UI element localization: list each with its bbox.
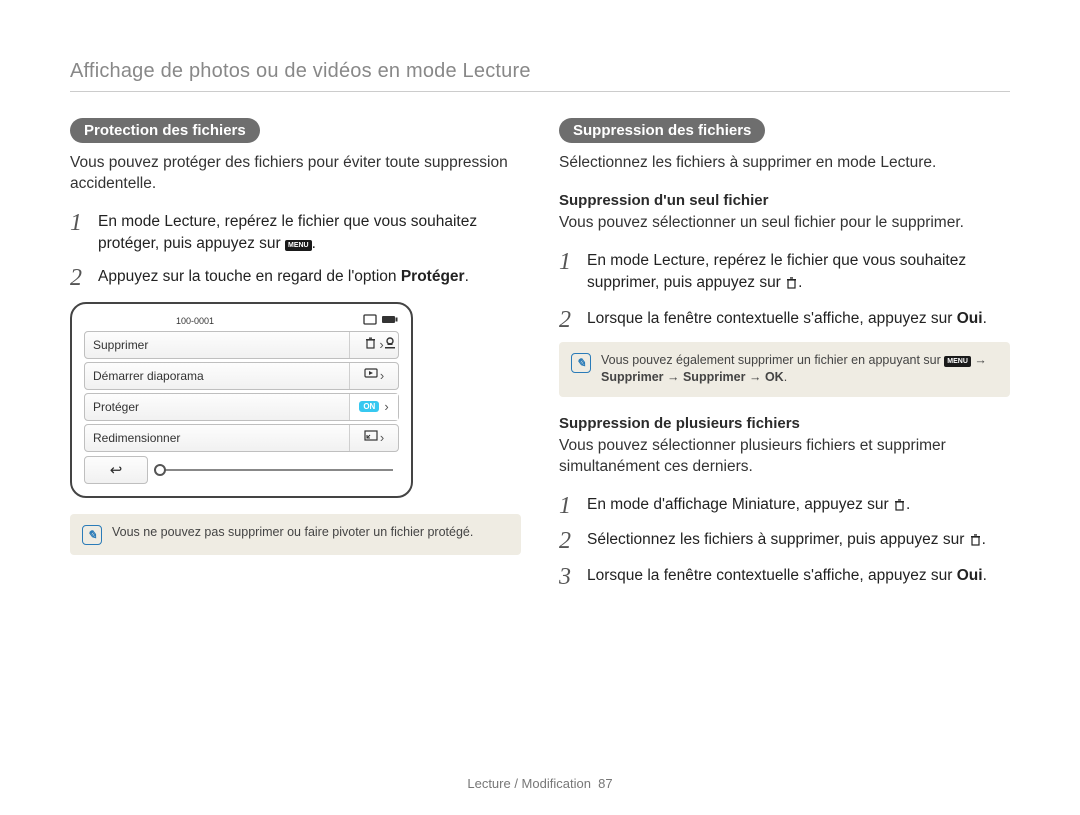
multi-step-3: 3 Lorsque la fenêtre contextuelle s'affi… xyxy=(559,565,1010,589)
note-box: ✎ Vous ne pouvez pas supprimer ou faire … xyxy=(70,514,521,555)
step-number: 2 xyxy=(559,308,577,332)
resize-icon xyxy=(364,430,378,445)
right-column: Suppression des fichiers Sélectionnez le… xyxy=(559,118,1010,599)
file-number: 100-0001 xyxy=(176,316,214,326)
tip-box: ✎ Vous pouvez également supprimer un fic… xyxy=(559,342,1010,397)
subheading-single: Suppression d'un seul fichier xyxy=(559,192,1010,209)
step-text: En mode Lecture, repérez le fichier que … xyxy=(98,211,521,256)
single-desc: Vous pouvez sélectionner un seul fichier… xyxy=(559,213,1010,234)
page-footer: Lecture / Modification 87 xyxy=(0,776,1080,791)
step-text: Appuyez sur la touche en regard de l'opt… xyxy=(98,266,521,290)
note-icon: ✎ xyxy=(82,525,102,545)
content-columns: Protection des fichiers Vous pouvez prot… xyxy=(70,118,1010,599)
menu-icon: MENU xyxy=(944,356,971,367)
step-number: 1 xyxy=(70,211,88,256)
camera-screen-figure: 100-0001 Supprimer › Démarrer diap xyxy=(70,302,413,498)
screen-statusbar: 100-0001 xyxy=(84,314,399,328)
menu-item-redimensionner[interactable]: Redimensionner › xyxy=(84,424,399,452)
divider xyxy=(70,91,1010,92)
screen-bottom-row: ↩ xyxy=(84,456,399,484)
step-number: 2 xyxy=(559,529,577,554)
step-number: 1 xyxy=(559,250,577,298)
manual-page: Affichage de photos ou de vidéos en mode… xyxy=(0,0,1080,815)
trash-icon xyxy=(969,532,982,554)
step-text: Lorsque la fenêtre contextuelle s'affich… xyxy=(587,308,1010,332)
single-step-1: 1 En mode Lecture, repérez le fichier qu… xyxy=(559,250,1010,298)
note-text: Vous ne pouvez pas supprimer ou faire pi… xyxy=(112,524,473,542)
menu-icon: MENU xyxy=(285,240,312,251)
section-heading-protection: Protection des fichiers xyxy=(70,118,260,143)
lock-icon xyxy=(383,336,397,355)
trash-icon xyxy=(364,337,377,353)
trash-icon xyxy=(893,497,906,519)
multi-desc: Vous pouvez sélectionner plusieurs fichi… xyxy=(559,436,1010,478)
step-text: Sélectionnez les fichiers à supprimer, p… xyxy=(587,529,1010,554)
protection-intro: Vous pouvez protéger des fichiers pour é… xyxy=(70,153,521,195)
left-column: Protection des fichiers Vous pouvez prot… xyxy=(70,118,521,599)
menu-item-supprimer[interactable]: Supprimer › xyxy=(84,331,399,359)
multi-step-1: 1 En mode d'affichage Miniature, appuyez… xyxy=(559,494,1010,519)
step-number: 3 xyxy=(559,565,577,589)
chevron-right-icon: › xyxy=(380,430,384,445)
progress-bar[interactable] xyxy=(156,469,393,471)
back-button[interactable]: ↩ xyxy=(84,456,148,484)
step-1: 1 En mode Lecture, repérez le fichier qu… xyxy=(70,211,521,256)
menu-item-proteger[interactable]: Protéger ON› xyxy=(84,393,399,421)
menu-item-diaporama[interactable]: Démarrer diaporama › xyxy=(84,362,399,390)
chevron-right-icon: › xyxy=(380,368,384,383)
step-number: 2 xyxy=(70,266,88,290)
page-title: Affichage de photos ou de vidéos en mode… xyxy=(70,60,1010,83)
step-text: En mode d'affichage Miniature, appuyez s… xyxy=(587,494,1010,519)
note-icon: ✎ xyxy=(571,353,591,373)
step-text: Lorsque la fenêtre contextuelle s'affich… xyxy=(587,565,1010,589)
chevron-right-icon: › xyxy=(384,399,388,414)
trash-icon xyxy=(785,275,798,297)
single-step-2: 2 Lorsque la fenêtre contextuelle s'affi… xyxy=(559,308,1010,332)
tip-text: Vous pouvez également supprimer un fichi… xyxy=(601,352,998,387)
suppression-intro: Sélectionnez les fichiers à supprimer en… xyxy=(559,153,1010,174)
multi-step-2: 2 Sélectionnez les fichiers à supprimer,… xyxy=(559,529,1010,554)
section-heading-suppression: Suppression des fichiers xyxy=(559,118,765,143)
slideshow-icon xyxy=(364,368,378,383)
step-text: En mode Lecture, repérez le fichier que … xyxy=(587,250,1010,298)
subheading-multi: Suppression de plusieurs fichiers xyxy=(559,415,1010,432)
back-arrow-icon: ↩ xyxy=(110,461,123,479)
step-2: 2 Appuyez sur la touche en regard de l'o… xyxy=(70,266,521,290)
battery-icon xyxy=(381,314,399,328)
card-icon xyxy=(363,314,377,328)
step-number: 1 xyxy=(559,494,577,519)
on-badge: ON xyxy=(359,401,379,412)
